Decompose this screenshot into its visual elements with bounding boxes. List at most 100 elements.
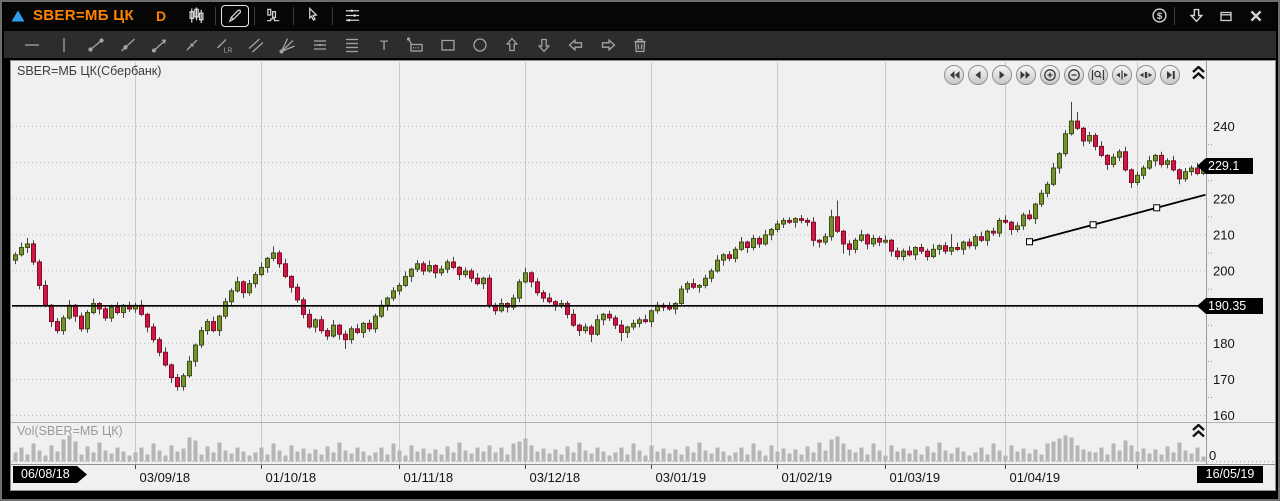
compress-button[interactable] <box>1112 65 1132 85</box>
restore-button[interactable] <box>1214 6 1238 26</box>
zoom-out-button[interactable] <box>1064 65 1084 85</box>
cursor-mode-icon <box>305 7 322 24</box>
linear-regression-icon: LR <box>215 36 233 54</box>
levels-panel-icon <box>344 7 361 24</box>
fan-lines-button[interactable] <box>276 33 300 57</box>
arrow-right-button[interactable] <box>596 33 620 57</box>
svg-text:180: 180 <box>1213 336 1235 351</box>
titlebar-tools <box>180 2 368 29</box>
fast-forward-button[interactable] <box>1016 65 1036 85</box>
indicator-button[interactable] <box>260 5 288 27</box>
svg-text:03/01/19: 03/01/19 <box>656 470 707 485</box>
measure-button[interactable] <box>404 33 428 57</box>
svg-text:01/03/19: 01/03/19 <box>890 470 941 485</box>
text-tool-icon: T <box>375 36 393 54</box>
timeframe-label[interactable]: D <box>156 8 166 24</box>
hline-price-badge: 190.35 <box>1197 298 1263 314</box>
arrow-down-button[interactable] <box>532 33 556 57</box>
levels-panel-button[interactable] <box>338 5 366 27</box>
chart-canvas[interactable]: 24023022021020019018017016003/09/1801/10… <box>11 61 1275 490</box>
expand-candles-icon <box>1139 68 1153 82</box>
vertical-line-icon <box>55 36 73 54</box>
svg-text:LR: LR <box>224 47 233 54</box>
triangle-logo-icon <box>11 10 25 22</box>
parallel-channel-button[interactable] <box>244 33 268 57</box>
separator <box>332 7 333 25</box>
fan-lines-icon <box>279 36 297 54</box>
delete-button[interactable] <box>628 33 652 57</box>
candlestick-series <box>14 102 1206 391</box>
chart-type-icon <box>188 7 205 24</box>
fib-levels-button[interactable] <box>340 33 364 57</box>
collapse-pane-icon[interactable] <box>1192 66 1205 80</box>
cursor-mode-button[interactable] <box>299 5 327 27</box>
arrow-down-icon <box>535 36 553 54</box>
linear-regression-button[interactable]: LR <box>212 33 236 57</box>
currency-icon: $ <box>1152 8 1167 23</box>
backward-icon <box>971 68 985 82</box>
separator <box>1174 7 1175 25</box>
arrow-line-button[interactable] <box>148 33 172 57</box>
svg-text:240: 240 <box>1213 119 1235 134</box>
instrument-title: SBER=МБ ЦК <box>33 7 134 24</box>
zoom-in-icon <box>1043 68 1057 82</box>
trendline-icon <box>87 36 105 54</box>
trend-tick-button[interactable] <box>180 33 204 57</box>
svg-text:210: 210 <box>1213 227 1235 242</box>
minimize-button[interactable] <box>1184 6 1208 26</box>
draw-mode-icon <box>227 7 244 24</box>
arrow-line-icon <box>151 36 169 54</box>
chart-legend: SBER=МБ ЦК(Сбербанк) <box>17 64 161 78</box>
svg-text:220: 220 <box>1213 191 1235 206</box>
minimize-icon <box>1189 8 1204 23</box>
ray-button[interactable] <box>116 33 140 57</box>
svg-text:01/10/18: 01/10/18 <box>266 470 317 485</box>
forward-icon <box>995 68 1009 82</box>
rectangle-button[interactable] <box>436 33 460 57</box>
forward-button[interactable] <box>992 65 1012 85</box>
svg-text:160: 160 <box>1213 408 1235 423</box>
window-controls: $ <box>1141 6 1268 26</box>
zoom-interval-button[interactable] <box>1088 65 1108 85</box>
horizontal-line-button[interactable] <box>20 33 44 57</box>
trendline-button[interactable] <box>84 33 108 57</box>
ellipse-button[interactable] <box>468 33 492 57</box>
compress-icon <box>1115 68 1129 82</box>
chart-type-button[interactable] <box>182 5 210 27</box>
zoom-in-button[interactable] <box>1040 65 1060 85</box>
vertical-line-button[interactable] <box>52 33 76 57</box>
drawing-toolbar: LR T <box>4 31 1276 58</box>
fast-backward-button[interactable] <box>944 65 964 85</box>
chart-area[interactable]: 24023022021020019018017016003/09/1801/10… <box>10 60 1276 491</box>
arrow-up-button[interactable] <box>500 33 524 57</box>
titlebar: SBER=МБ ЦК D $ <box>4 2 1276 29</box>
collapse-volume-icon[interactable] <box>1192 424 1205 438</box>
go-to-end-button[interactable] <box>1160 65 1180 85</box>
equidistant-levels-icon <box>311 36 329 54</box>
trendline-drawing[interactable] <box>1027 195 1206 245</box>
draw-mode-button[interactable] <box>221 5 249 27</box>
expand-candles-button[interactable] <box>1136 65 1156 85</box>
delete-icon <box>631 36 649 54</box>
close-button[interactable] <box>1244 6 1268 26</box>
arrow-left-button[interactable] <box>564 33 588 57</box>
last-price-badge: 229.1 <box>1197 158 1253 174</box>
currency-button[interactable]: $ <box>1147 6 1171 26</box>
svg-text:03/09/18: 03/09/18 <box>140 470 191 485</box>
svg-text:200: 200 <box>1213 264 1235 279</box>
ray-icon <box>119 36 137 54</box>
go-to-end-icon <box>1163 68 1177 82</box>
volume-series <box>14 436 1206 462</box>
separator <box>254 7 255 25</box>
indicator-icon <box>266 7 283 24</box>
text-tool-button[interactable]: T <box>372 33 396 57</box>
svg-text:0: 0 <box>1209 448 1216 463</box>
separator <box>293 7 294 25</box>
svg-text:$: $ <box>1156 11 1162 22</box>
equidistant-levels-button[interactable] <box>308 33 332 57</box>
terminal-window: SBER=МБ ЦК D $ LRT 240230220210200190180… <box>0 0 1280 501</box>
zoom-out-icon <box>1067 68 1081 82</box>
backward-button[interactable] <box>968 65 988 85</box>
measure-icon <box>407 36 425 54</box>
svg-text:170: 170 <box>1213 372 1235 387</box>
